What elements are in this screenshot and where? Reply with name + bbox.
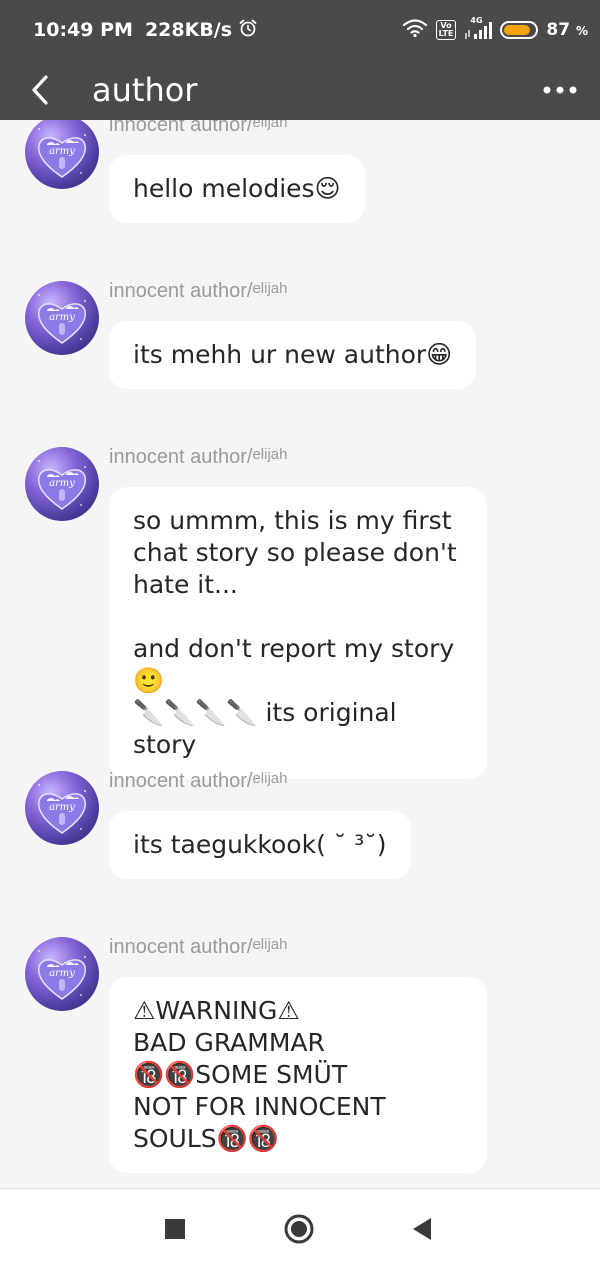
- avatar[interactable]: army: [25, 447, 99, 521]
- status-bar: 10:49 PM 228KB/s Vo LTE 4G 87 %: [0, 0, 600, 60]
- sender-name: innocent author/elijah: [109, 120, 288, 136]
- message-bubble[interactable]: its mehh ur new author😁: [109, 321, 477, 389]
- triangle-back-icon: [413, 1218, 431, 1240]
- status-left: 10:49 PM 228KB/s: [33, 16, 258, 44]
- square-icon: [165, 1219, 185, 1239]
- sender-name: innocent author/elijah: [109, 936, 288, 958]
- avatar-text: army: [49, 312, 75, 323]
- avatar-heart-icon: army: [37, 950, 87, 1000]
- avatar[interactable]: army: [25, 771, 99, 845]
- avatar[interactable]: army: [25, 937, 99, 1011]
- avatar-text: army: [49, 968, 75, 979]
- battery-fill: [504, 25, 531, 35]
- chevron-left-icon: [32, 75, 48, 105]
- avatar-heart-icon: army: [37, 294, 87, 344]
- avatar[interactable]: army: [25, 120, 99, 189]
- recents-button[interactable]: [157, 1211, 193, 1247]
- avatar-heart-icon: army: [37, 784, 87, 834]
- system-navigation-bar: [0, 1188, 600, 1267]
- avatar-heart-icon: army: [37, 460, 87, 510]
- avatar-text: army: [49, 802, 75, 813]
- circle-icon: [284, 1214, 314, 1244]
- alarm-icon: [232, 18, 258, 43]
- app-bar: author: [0, 60, 600, 120]
- battery-percent: 87 %: [546, 20, 588, 40]
- status-time: 10:49 PM: [33, 19, 133, 41]
- back-button[interactable]: [20, 68, 60, 112]
- network-speed: 228KB/s: [144, 19, 233, 41]
- message-bubble[interactable]: its taegukkook( ˘ ³˘): [109, 811, 411, 879]
- message-bubble[interactable]: so ummm, this is my first chat story so …: [109, 487, 487, 779]
- page-title: author: [92, 71, 198, 109]
- avatar-heart-icon: army: [37, 128, 87, 178]
- chat-area[interactable]: army innocent author/elijah hello melodi…: [0, 120, 600, 1188]
- more-options-button[interactable]: [538, 68, 582, 112]
- avatar-text: army: [49, 146, 75, 157]
- message-bubble[interactable]: ⚠WARNING⚠ BAD GRAMMAR 🔞🔞SOME SMÜT NOT FO…: [109, 977, 487, 1173]
- sender-name: innocent author/elijah: [109, 280, 288, 302]
- message-bubble[interactable]: hello melodies😌: [109, 155, 365, 223]
- nav-back-button[interactable]: [404, 1211, 440, 1247]
- more-horizontal-icon: [543, 86, 577, 94]
- avatar-text: army: [49, 478, 75, 489]
- avatar[interactable]: army: [25, 281, 99, 355]
- home-button[interactable]: [281, 1211, 317, 1247]
- volte-badge: Vo LTE: [435, 20, 457, 40]
- sender-name: innocent author/elijah: [109, 446, 288, 468]
- wifi-icon: [402, 18, 428, 43]
- status-right: Vo LTE 4G 87 %: [394, 16, 588, 44]
- battery-icon: [500, 21, 539, 39]
- cellular-signal-icon: 4G: [464, 16, 493, 41]
- sender-name: innocent author/elijah: [109, 770, 288, 792]
